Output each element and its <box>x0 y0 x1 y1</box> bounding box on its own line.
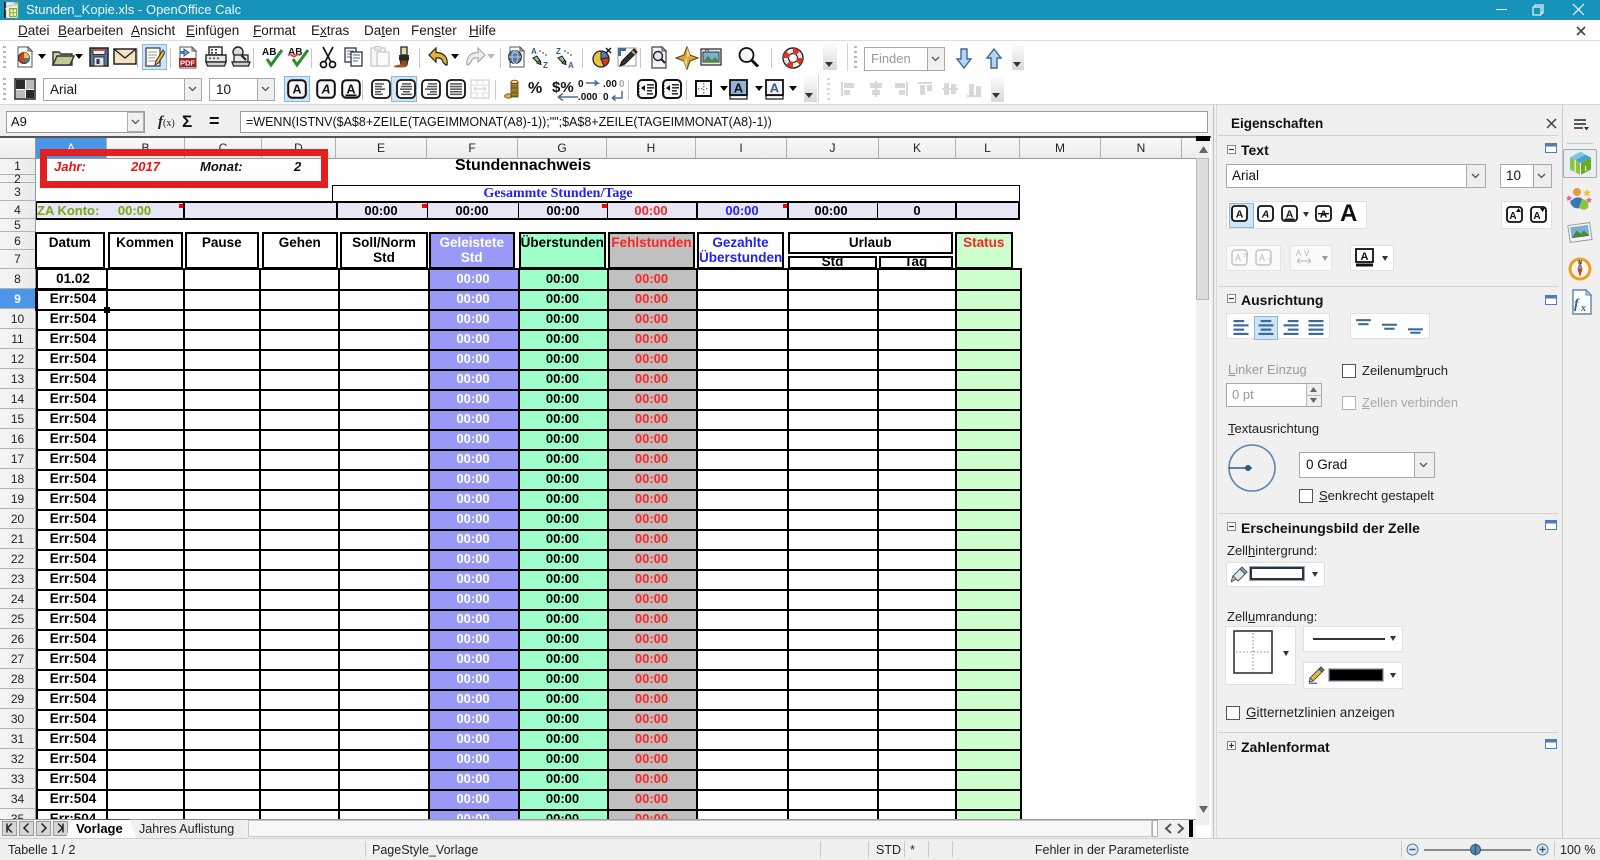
svg-text:.000: .000 <box>578 92 598 103</box>
svg-text:x: x <box>1580 303 1586 314</box>
svg-text:A: A <box>1259 253 1265 263</box>
svg-text:A: A <box>1261 209 1270 221</box>
svg-text:A: A <box>568 61 574 69</box>
svg-text:A: A <box>1235 253 1241 263</box>
svg-text:A: A <box>734 81 744 96</box>
svg-text:V: V <box>1304 249 1310 258</box>
svg-text:T: T <box>1268 259 1272 265</box>
svg-text:A: A <box>346 83 355 97</box>
svg-text:A: A <box>1533 211 1540 222</box>
svg-text:.00: .00 <box>603 79 617 90</box>
svg-text:Z: Z <box>556 47 561 56</box>
svg-text:0: 0 <box>578 79 584 90</box>
svg-text:N: N <box>1578 260 1582 266</box>
svg-text:A: A <box>1509 211 1516 222</box>
svg-text:A: A <box>531 47 537 56</box>
svg-text:Z: Z <box>543 61 548 69</box>
svg-text:0: 0 <box>619 79 625 90</box>
svg-text:A: A <box>770 81 780 96</box>
svg-text:0: 0 <box>603 92 609 103</box>
svg-text:A: A <box>1361 251 1369 263</box>
svg-text:A: A <box>1296 249 1302 258</box>
svg-text:A: A <box>320 83 330 97</box>
svg-text:A: A <box>1236 209 1244 221</box>
svg-text:PDF: PDF <box>180 59 195 68</box>
svg-text:A: A <box>1320 209 1328 221</box>
svg-text:AB: AB <box>262 47 276 58</box>
svg-text:A: A <box>292 83 301 97</box>
svg-text:H: H <box>1244 253 1248 259</box>
